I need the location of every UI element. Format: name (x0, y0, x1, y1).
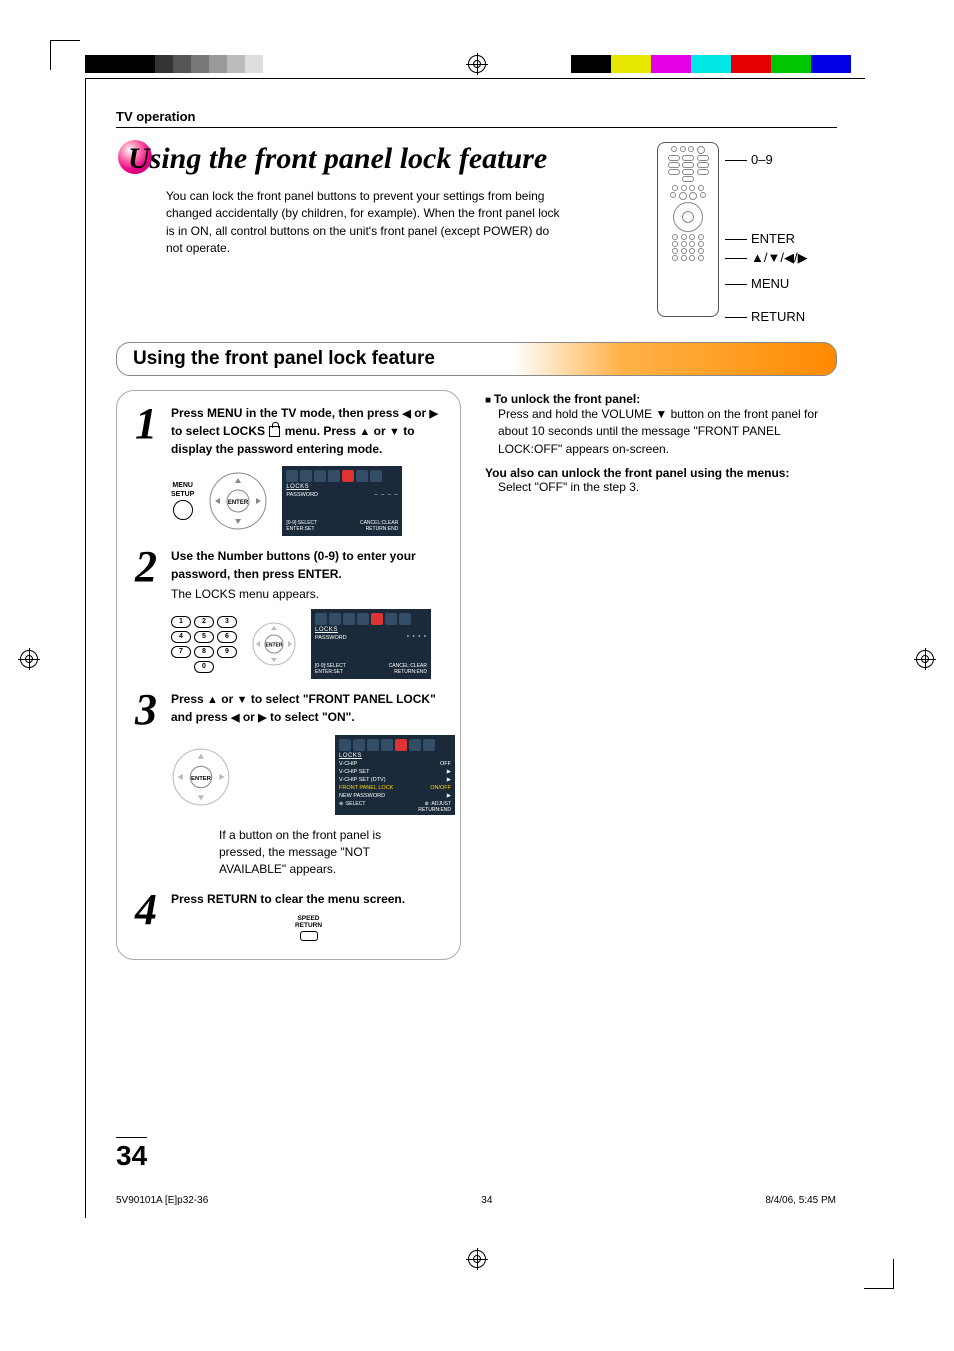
dpad-icon: ENTER (171, 747, 227, 803)
footer-metadata: 5V90101A [E]p32-36 34 8/4/06, 5:45 PM (116, 1195, 836, 1206)
page-title-text: Using the front panel lock feature (128, 142, 547, 175)
remote-icon (657, 142, 719, 317)
remote-label-numbers: 0–9 (725, 152, 808, 167)
svg-text:ENTER: ENTER (266, 643, 283, 649)
registration-mark-icon (20, 650, 38, 668)
crop-mark-icon (50, 40, 80, 70)
numpad-icon: 1234567890 (171, 616, 237, 673)
osd-screenshot-icon: LOCKS PASSWORD– – – – [0-9]:SELECTENTER:… (282, 466, 402, 536)
return-button-icon: SPEED RETURN (171, 915, 446, 941)
remote-label-return: RETURN (725, 309, 808, 324)
osd-screenshot-icon: LOCKS V-CHIPOFF V-CHIP SET▶ V-CHIP SET (… (335, 735, 455, 815)
step-3-text: Press ▲ or ▼ to select "FRONT PANEL LOCK… (171, 691, 455, 727)
page-number: 34 (116, 1137, 147, 1172)
remote-label-menu: MENU (725, 276, 808, 291)
registration-mark-icon (468, 55, 486, 73)
also-unlock-text: Select "OFF" in the step 3. (498, 480, 837, 494)
step-number: 2 (131, 548, 161, 679)
menu-setup-button-icon: MENU SETUP (171, 482, 194, 520)
remote-label-arrows: ▲/▼/◀/▶ (725, 250, 808, 266)
step-3-after: If a button on the front panel is presse… (219, 827, 429, 877)
right-column: To unlock the front panel: Press and hol… (485, 390, 837, 960)
step-number: 1 (131, 405, 161, 536)
registration-mark-icon (916, 650, 934, 668)
step-number: 4 (131, 891, 161, 940)
remote-figure: 0–9 ENTER ▲/▼/◀/▶ MENU RETURN (657, 142, 837, 324)
steps-box: 1 Press MENU in the TV mode, then press … (116, 390, 461, 960)
intro-paragraph: You can lock the front panel buttons to … (166, 188, 566, 258)
step-2-text: Use the Number buttons (0-9) to enter yo… (171, 548, 446, 583)
step-4: 4 Press RETURN to clear the menu screen.… (131, 891, 446, 940)
step-4-text: Press RETURN to clear the menu screen. (171, 891, 446, 908)
footer-datetime: 8/4/06, 5:45 PM (765, 1195, 836, 1206)
svg-text:ENTER: ENTER (191, 776, 212, 782)
footer-page: 34 (481, 1195, 492, 1206)
chapter-heading: TV operation (116, 109, 837, 128)
step-2-note: The LOCKS menu appears. (171, 587, 446, 601)
step-1: 1 Press MENU in the TV mode, then press … (131, 405, 446, 536)
also-unlock-heading: You also can unlock the front panel usin… (485, 466, 837, 480)
lock-icon (269, 426, 280, 437)
svg-text:ENTER: ENTER (228, 500, 249, 506)
step-1-text: Press MENU in the TV mode, then press ◀ … (171, 405, 446, 458)
unlock-text: Press and hold the VOLUME ▼ button on th… (498, 406, 837, 458)
osd-screenshot-icon: LOCKS PASSWORD* * * * [0-9]:SELECTENTER:… (311, 609, 431, 679)
unlock-heading: To unlock the front panel: (485, 392, 837, 406)
crop-mark-icon (864, 1259, 894, 1289)
page-content: TV operation Using the front panel lock … (85, 78, 865, 1218)
dpad-icon: ENTER (251, 621, 297, 667)
registration-mark-icon (468, 1250, 486, 1268)
remote-label-enter: ENTER (725, 231, 808, 246)
step-3: 3 Press ▲ or ▼ to select "FRONT PANEL LO… (131, 691, 446, 815)
step-2: 2 Use the Number buttons (0-9) to enter … (131, 548, 446, 679)
section-heading: Using the front panel lock feature (116, 342, 837, 376)
page-title: Using the front panel lock feature (128, 142, 637, 176)
footer-file: 5V90101A [E]p32-36 (116, 1195, 208, 1206)
dpad-icon: ENTER (208, 471, 268, 531)
step-number: 3 (131, 691, 161, 815)
